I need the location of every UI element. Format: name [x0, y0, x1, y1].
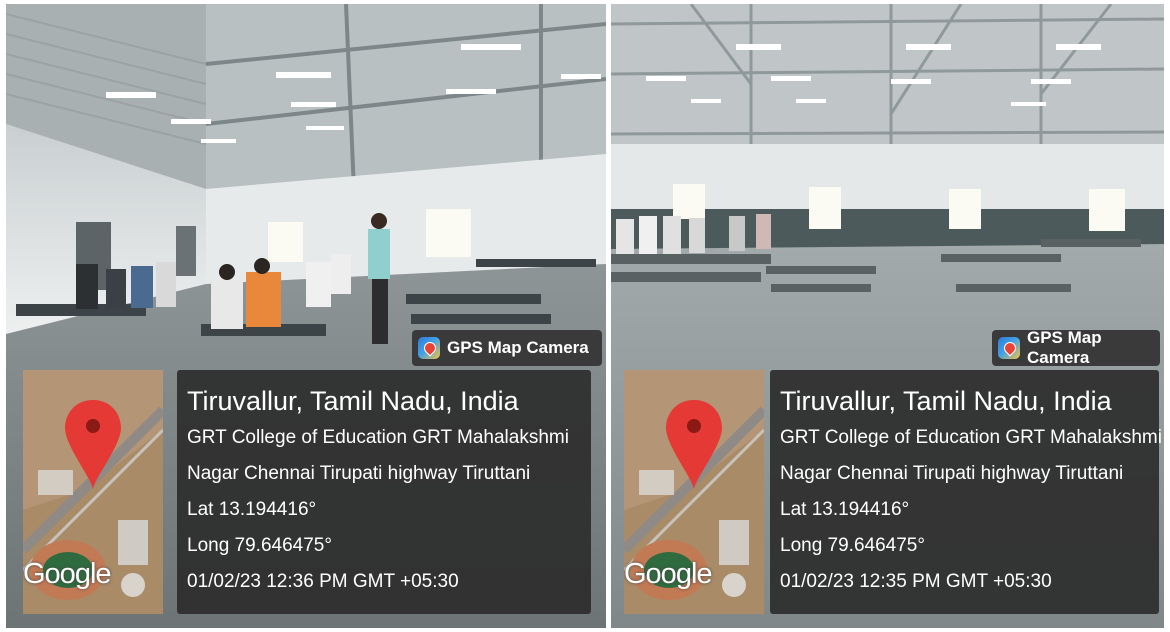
- gps-map-camera-label: GPS Map Camera: [1027, 328, 1102, 367]
- address-line-2: Nagar Chennai Tirupati highway Tiruttani: [780, 463, 1124, 484]
- longitude: Long 79.646475°: [780, 535, 925, 556]
- latitude: Lat 13.194416°: [780, 499, 910, 520]
- timestamp: 01/02/23 12:36 PM GMT +05:30: [187, 571, 459, 592]
- google-logo: Google: [624, 558, 713, 590]
- location-title: Tiruvallur, Tamil Nadu, India: [187, 386, 519, 416]
- gps-map-camera-badge: GPS Map Camera: [412, 330, 602, 366]
- latitude: Lat 13.194416°: [187, 499, 317, 520]
- photo-panel-right: GPS Map Camera Google Tiruvallur, Tamil …: [611, 4, 1164, 628]
- satellite-map-thumbnail: Google: [624, 370, 764, 614]
- photo-panel-left: GPS Map Camera Google Tiruvallur, Tamil …: [6, 4, 606, 628]
- address-line-2: Nagar Chennai Tirupati highway Tiruttani: [187, 463, 531, 484]
- gps-map-camera-badge: GPS Map Camera: [992, 328, 1160, 367]
- address-line-1: GRT College of Education GRT Mahalakshmi: [187, 427, 569, 448]
- location-title: Tiruvallur, Tamil Nadu, India: [780, 386, 1112, 416]
- timestamp: 01/02/23 12:35 PM GMT +05:30: [780, 571, 1052, 592]
- gps-map-camera-icon: [418, 337, 440, 359]
- location-info-box: Tiruvallur, Tamil Nadu, India GRT Colleg…: [177, 370, 591, 614]
- location-info-box: Tiruvallur, Tamil Nadu, India GRT Colleg…: [770, 370, 1162, 614]
- gps-map-camera-icon: [998, 337, 1020, 359]
- google-logo: Google: [23, 558, 112, 590]
- address-line-1: GRT College of Education GRT Mahalakshmi: [780, 427, 1162, 448]
- longitude: Long 79.646475°: [187, 535, 332, 556]
- gps-map-camera-label: GPS Map Camera: [447, 338, 589, 357]
- satellite-map-thumbnail: Google: [23, 370, 163, 614]
